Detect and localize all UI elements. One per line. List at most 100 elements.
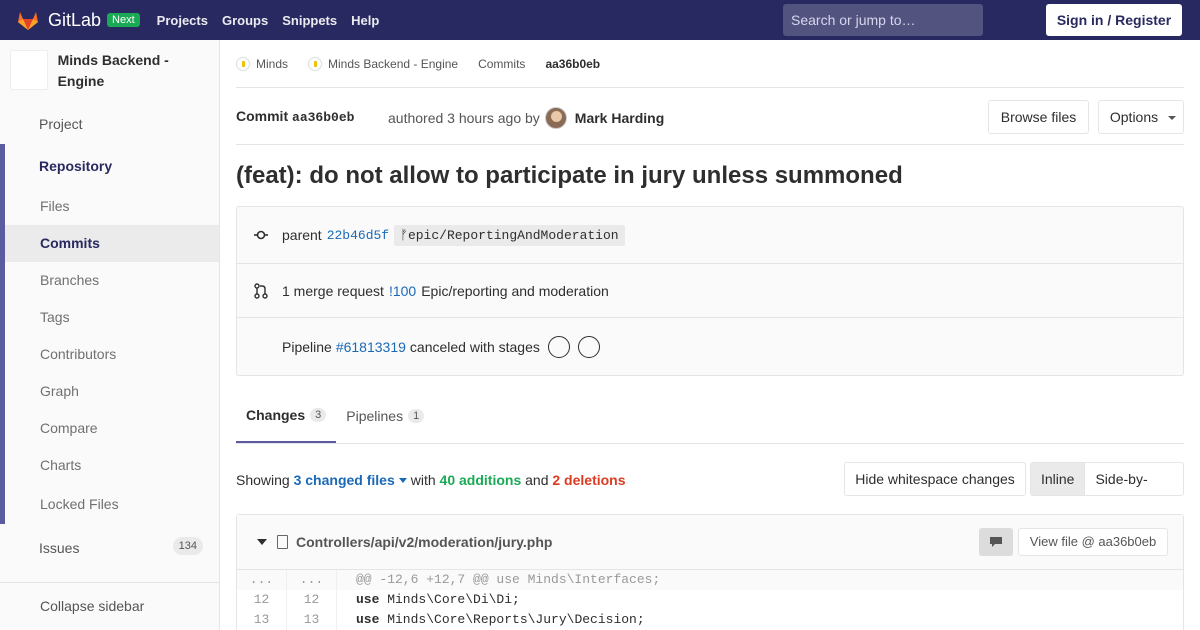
diff-file: Controllers/api/v2/moderation/jury.php V… — [236, 514, 1184, 630]
diff-summary-row: Showing 3 changed files with 40 additions… — [236, 444, 1184, 514]
nav-groups[interactable]: Groups — [215, 13, 275, 28]
parent-sha-link[interactable]: 22b46d5f — [327, 228, 389, 243]
sidebar-item-tags[interactable]: Tags — [5, 299, 219, 336]
pipeline-label: Pipeline — [282, 338, 332, 355]
breadcrumb-current-commit[interactable]: aa36b0eb — [545, 57, 600, 71]
sign-in-button[interactable]: Sign in / Register — [1046, 4, 1182, 36]
search-input[interactable]: Search or jump to… — [783, 4, 983, 36]
author-info: authored 3 hours ago by Mark Harding — [388, 107, 664, 129]
commit-header: Commit aa36b0eb authored 3 hours ago by … — [236, 88, 1184, 145]
sidebar-item-branches[interactable]: Branches — [5, 262, 219, 299]
author-avatar[interactable] — [544, 107, 567, 129]
authored-text: authored 3 hours ago by — [388, 110, 540, 126]
code-text: Minds\Core\Reports\Jury\Decision; — [379, 612, 645, 627]
merge-request-link[interactable]: !100 — [389, 283, 416, 299]
new-line-number[interactable]: 12 — [287, 590, 337, 610]
issues-count-badge: 134 — [172, 537, 203, 555]
commit-icon — [253, 227, 269, 243]
options-dropdown-button[interactable]: Options — [1098, 100, 1184, 134]
hide-whitespace-button[interactable]: Hide whitespace changes — [844, 462, 1026, 496]
main-content: Minds Minds Backend - Engine Commits aa3… — [236, 40, 1184, 630]
diff-hunk-header: ... ... @@ -12,6 +12,7 @@ use Minds\Inte… — [237, 570, 1183, 590]
sidebar-item-compare[interactable]: Compare — [5, 410, 219, 447]
commit-tabs: Changes 3 Pipelines 1 — [236, 376, 1184, 444]
pipeline-status: canceled with stages — [409, 338, 540, 355]
diff-summary: Showing 3 changed files with 40 additions… — [236, 472, 626, 488]
tab-count-badge: 3 — [310, 408, 327, 422]
project-avatar-icon — [308, 56, 323, 71]
parent-row: parent 22b46d5f ᚠepic/ReportingAndModera… — [237, 207, 1183, 264]
changed-files-dropdown[interactable]: 3 changed files — [294, 472, 411, 488]
repository-section: Repository Files Commits Branches Tags C… — [0, 144, 219, 524]
merge-request-row: 1 merge request !100 Epic/reporting and … — [237, 264, 1183, 318]
old-line-number[interactable]: ... — [237, 570, 287, 590]
view-file-label: View file @ aa36b0eb — [1029, 534, 1157, 549]
breadcrumb-label: Minds — [256, 56, 289, 71]
tab-changes[interactable]: Changes 3 — [236, 389, 337, 443]
nav-snippets[interactable]: Snippets — [275, 13, 344, 28]
with-text: with — [410, 472, 436, 488]
side-by-side-view-button[interactable]: Side-by-side — [1084, 463, 1183, 495]
breadcrumb-commits[interactable]: Commits — [478, 57, 525, 71]
project-name: Minds Backend - Engine — [57, 52, 169, 89]
nav-projects[interactable]: Projects — [150, 13, 215, 28]
sidebar-item-project[interactable]: Project — [0, 104, 219, 144]
commit-word: Commit — [236, 108, 289, 124]
sidebar-item-issues[interactable]: Issues 134 — [0, 526, 219, 570]
branch-name: epic/ReportingAndModeration — [407, 227, 619, 243]
collapse-sidebar-button[interactable]: Collapse sidebar — [0, 582, 219, 630]
merge-request-title: Epic/reporting and moderation — [421, 282, 609, 299]
inline-view-button[interactable]: Inline — [1031, 463, 1085, 495]
author-name-link[interactable]: Mark Harding — [575, 110, 664, 126]
issues-label: Issues — [39, 540, 80, 556]
tab-label: Changes — [246, 407, 306, 423]
top-navbar: GitLab Next Projects Groups Snippets Hel… — [0, 0, 1200, 40]
sidebar-item-graph[interactable]: Graph — [5, 373, 219, 410]
sidebar-item-locked-files[interactable]: Locked Files — [5, 484, 219, 524]
code-line: use Minds\Core\Reports\Jury\Decision; — [337, 610, 645, 630]
stage-canceled-icon[interactable] — [577, 335, 600, 358]
sidebar-item-charts[interactable]: Charts — [5, 447, 219, 484]
nav-help[interactable]: Help — [344, 13, 386, 28]
commit-sha[interactable]: aa36b0eb — [292, 110, 354, 125]
sidebar-item-contributors[interactable]: Contributors — [5, 336, 219, 373]
new-line-number[interactable]: 13 — [287, 610, 337, 630]
breadcrumb-minds[interactable]: Minds — [236, 56, 289, 71]
comment-icon — [990, 537, 1002, 547]
sidebar-item-commits[interactable]: Commits — [5, 225, 219, 262]
old-line-number[interactable]: 13 — [237, 610, 287, 630]
toggle-comments-button[interactable] — [979, 528, 1013, 556]
breadcrumb-project[interactable]: Minds Backend - Engine — [308, 56, 458, 71]
next-badge[interactable]: Next — [107, 13, 140, 27]
tab-count-badge: 1 — [408, 409, 425, 423]
branch-pill[interactable]: ᚠepic/ReportingAndModeration — [394, 224, 625, 246]
commit-info-box: parent 22b46d5f ᚠepic/ReportingAndModera… — [236, 206, 1184, 376]
chevron-down-icon — [1168, 116, 1176, 120]
pipeline-link[interactable]: #61813319 — [336, 339, 406, 355]
diff-line: 13 13 use Minds\Core\Reports\Jury\Decisi… — [237, 610, 1183, 630]
gitlab-logo-link[interactable]: GitLab Next — [16, 8, 140, 32]
old-line-number[interactable]: 12 — [237, 590, 287, 610]
gitlab-tanuki-icon — [18, 12, 38, 30]
brand-name: GitLab — [48, 9, 102, 30]
browse-files-button[interactable]: Browse files — [988, 100, 1089, 134]
stage-canceled-icon[interactable] — [547, 335, 570, 358]
group-avatar-icon — [236, 56, 250, 71]
file-icon — [277, 535, 288, 549]
diff-line: 12 12 use Minds\Core\Di\Di; — [237, 590, 1183, 610]
project-header[interactable]: Minds Backend - Engine — [0, 40, 219, 104]
file-path-link[interactable]: Controllers/api/v2/moderation/jury.php — [296, 534, 552, 550]
breadcrumb: Minds Minds Backend - Engine Commits aa3… — [236, 40, 1184, 88]
merge-request-icon — [253, 282, 269, 299]
collapse-toggle-icon[interactable] — [257, 539, 267, 545]
new-line-number[interactable]: ... — [287, 570, 337, 590]
branch-icon: ᚠ — [400, 227, 408, 243]
tab-pipelines[interactable]: Pipelines 1 — [336, 389, 434, 443]
parent-label: parent — [282, 227, 322, 243]
sidebar-item-files[interactable]: Files — [5, 188, 219, 225]
diff-file-header: Controllers/api/v2/moderation/jury.php V… — [237, 515, 1183, 570]
view-file-button[interactable]: View file @ aa36b0eb — [1018, 528, 1168, 556]
project-avatar — [10, 50, 48, 90]
sidebar-item-repository[interactable]: Repository — [5, 144, 219, 188]
options-label: Options — [1109, 109, 1159, 125]
